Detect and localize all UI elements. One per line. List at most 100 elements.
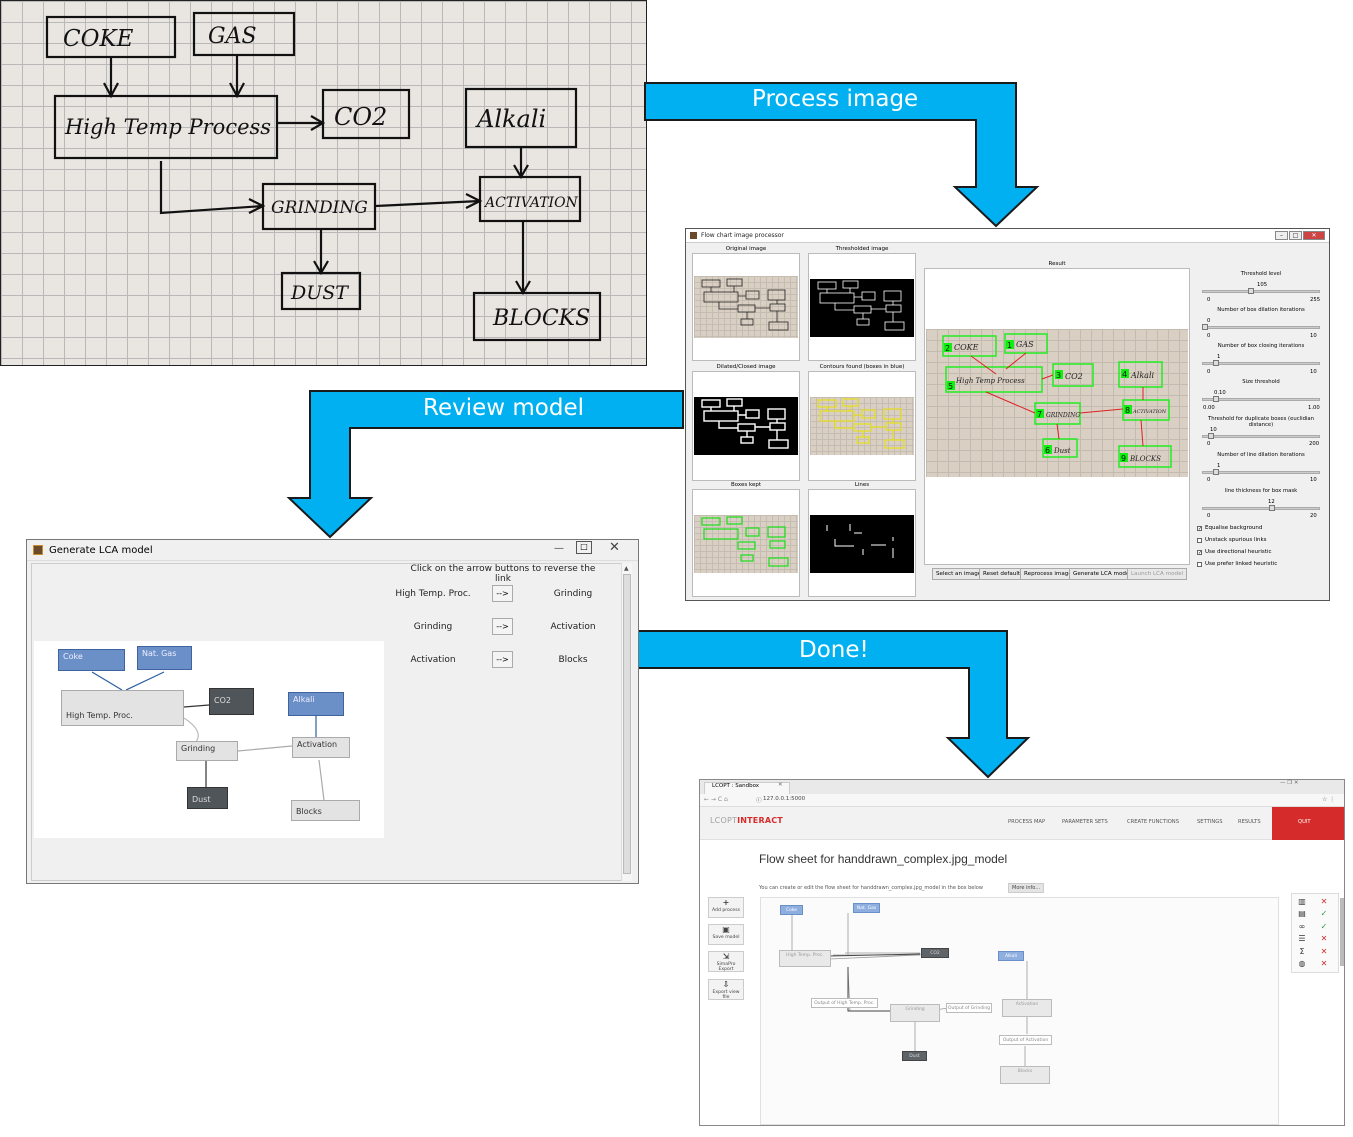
slider-track-threshold[interactable]: [1202, 290, 1320, 293]
link-icon[interactable]: ∞: [1297, 922, 1307, 932]
slider-thumb-box-closing[interactable]: [1213, 360, 1220, 366]
slider-track-size[interactable]: [1202, 398, 1320, 401]
slider-track-box-dilation[interactable]: [1202, 326, 1320, 329]
checkbox-box[interactable]: ✓: [1197, 549, 1202, 555]
tab-close-icon[interactable]: ✕: [778, 782, 783, 788]
scrollbar[interactable]: ▲: [621, 563, 632, 881]
checkbox-unstack-links[interactable]: Unstack spurious links: [1197, 537, 1267, 543]
page-subtext: You can create or edit the flow sheet fo…: [759, 885, 983, 891]
minimize-button[interactable]: —: [554, 543, 564, 554]
brand-bold: INTERACT: [737, 816, 783, 825]
export-view-button[interactable]: ⇩ Export view file: [708, 979, 744, 1000]
panel-caption-original: Original image: [725, 246, 767, 252]
lca-node-alkali[interactable]: Alkali: [288, 692, 344, 716]
reverse-link-button-1[interactable]: -->: [492, 585, 513, 602]
maximize-button[interactable]: □: [576, 541, 592, 554]
lca-node-coke[interactable]: Coke: [58, 649, 125, 671]
flow-node-grinding[interactable]: Grinding: [890, 1004, 940, 1022]
result-text-gas: GAS: [1016, 340, 1034, 349]
result-num-1: 1: [1007, 341, 1012, 350]
slider-thumb-line-dilation[interactable]: [1213, 469, 1220, 475]
lca-node-gas[interactable]: Nat. Gas: [137, 646, 192, 670]
tool-label: SimaPro Export: [716, 962, 736, 972]
lca-graph-canvas: Coke Nat. Gas High Temp. Proc. CO2 Alkal…: [34, 641, 384, 838]
close-button[interactable]: ✕: [609, 540, 620, 555]
slider-track-line-dilation[interactable]: [1202, 471, 1320, 474]
flow-node-coke[interactable]: Coke: [780, 905, 803, 915]
checkbox-equalise-background[interactable]: ✓ Equalise background: [1197, 525, 1262, 531]
simapro-export-button[interactable]: ⇲ SimaPro Export: [708, 951, 744, 972]
flow-node-gas[interactable]: Nat. Gas: [853, 903, 880, 913]
checkbox-directional-heuristic[interactable]: ✓ Use directional heuristic: [1197, 549, 1272, 555]
lca-node-activation[interactable]: Activation: [292, 737, 350, 758]
list-icon[interactable]: ☰: [1297, 934, 1307, 944]
lca-node-grinding[interactable]: Grinding: [176, 741, 238, 761]
flow-node-output-activation[interactable]: Output of Activation: [999, 1035, 1052, 1045]
add-process-button[interactable]: + Add process: [708, 897, 744, 918]
nav-create-functions[interactable]: CREATE FUNCTIONS: [1127, 819, 1179, 825]
result-caption: Result: [1048, 261, 1066, 267]
slider-track-duplicate[interactable]: [1202, 435, 1320, 438]
nav-buttons-icon[interactable]: ← → C ⌂: [704, 796, 728, 803]
scrollbar-thumb[interactable]: [623, 574, 631, 874]
sigma-icon[interactable]: Σ: [1297, 947, 1307, 957]
minimize-button[interactable]: –: [1275, 231, 1288, 240]
url-field[interactable]: 127.0.0.1:5000: [763, 796, 805, 802]
generate-lca-model-button[interactable]: Generate LCA model: [1069, 568, 1135, 580]
scrollbar[interactable]: [1340, 898, 1344, 966]
checkbox-box[interactable]: ✓: [1197, 525, 1202, 531]
result-text-blocks: BLOCKS: [1129, 455, 1161, 463]
flow-node-activation[interactable]: Activation: [1002, 999, 1052, 1017]
lca-node-co2[interactable]: CO2: [209, 688, 254, 715]
app-brand[interactable]: LCOPTINTERACT: [710, 816, 783, 825]
nav-parameter-sets[interactable]: PARAMETER SETS: [1062, 819, 1108, 825]
flow-node-blocks[interactable]: Blocks: [1000, 1066, 1050, 1084]
slider-thumb-box-dilation[interactable]: [1202, 324, 1208, 330]
reverse-link-button-3[interactable]: -->: [492, 651, 513, 668]
flow-node-output-grinding[interactable]: Output of Grinding: [946, 1003, 992, 1013]
nav-settings[interactable]: SETTINGS: [1197, 819, 1223, 825]
slider-thumb-size[interactable]: [1213, 396, 1220, 402]
star-icon[interactable]: ☆ ⋮: [1322, 796, 1335, 803]
globe-icon[interactable]: ◍: [1297, 959, 1307, 969]
nav-process-map[interactable]: PROCESS MAP: [1008, 819, 1045, 825]
chart-icon[interactable]: ▥: [1297, 897, 1307, 907]
window-controls[interactable]: — ❐ ✕: [1280, 780, 1299, 786]
panel-caption-dilated: Dilated/Closed image: [716, 364, 776, 370]
lca-node-blocks[interactable]: Blocks: [291, 800, 360, 821]
checkbox-box[interactable]: [1197, 561, 1202, 567]
result-text-hightemp: High Temp Process: [955, 377, 1025, 385]
slider-thumb-duplicate[interactable]: [1207, 433, 1214, 439]
slider-track-box-closing[interactable]: [1202, 362, 1320, 365]
close-button[interactable]: ✕: [1303, 231, 1325, 240]
status-cross-icon: ✕: [1320, 947, 1328, 956]
database-icon[interactable]: ▤: [1297, 909, 1307, 919]
checkbox-box[interactable]: [1197, 537, 1202, 543]
processor-titlebar: Flow chart image processor: [686, 229, 1329, 243]
flow-node-co2[interactable]: CO2: [921, 948, 949, 958]
status-check-icon: ✓: [1320, 909, 1328, 918]
reverse-link-button-2[interactable]: -->: [492, 618, 513, 635]
lca-node-hightemp[interactable]: High Temp. Proc.: [61, 690, 184, 726]
flow-node-output-hightemp[interactable]: Output of High Temp. Proc.: [811, 998, 878, 1008]
checkbox-prefer-linked[interactable]: Use prefer linked heuristic: [1197, 561, 1277, 567]
slider-thumb-line-thickness[interactable]: [1269, 505, 1276, 511]
maximize-button[interactable]: □: [1289, 231, 1302, 240]
slider-thumb-threshold[interactable]: [1247, 288, 1254, 294]
save-model-button[interactable]: ▣ Save model: [708, 924, 744, 945]
flow-node-hightemp[interactable]: High Temp. Proc.: [779, 950, 831, 967]
flow-node-dust[interactable]: Dust: [902, 1051, 927, 1061]
reprocess-image-button[interactable]: Reprocess image: [1020, 568, 1076, 580]
nav-results[interactable]: RESULTS: [1238, 819, 1261, 825]
slider-track-line-thickness[interactable]: [1202, 507, 1320, 510]
link-to-3: Blocks: [558, 655, 588, 665]
quit-label[interactable]: QUIT: [1298, 819, 1311, 825]
url-info-icon: ⓘ: [756, 798, 762, 804]
link-from-1: High Temp. Proc.: [395, 589, 471, 599]
flow-node-alkali[interactable]: Alkali: [998, 951, 1024, 961]
result-text-activation: ACTIVATION: [1132, 409, 1167, 415]
lca-node-dust[interactable]: Dust: [187, 787, 228, 809]
select-image-button[interactable]: Select an image: [932, 568, 986, 580]
more-info-button[interactable]: More info...: [1008, 883, 1045, 893]
launch-lca-model-button[interactable]: Launch LCA model: [1127, 568, 1188, 580]
